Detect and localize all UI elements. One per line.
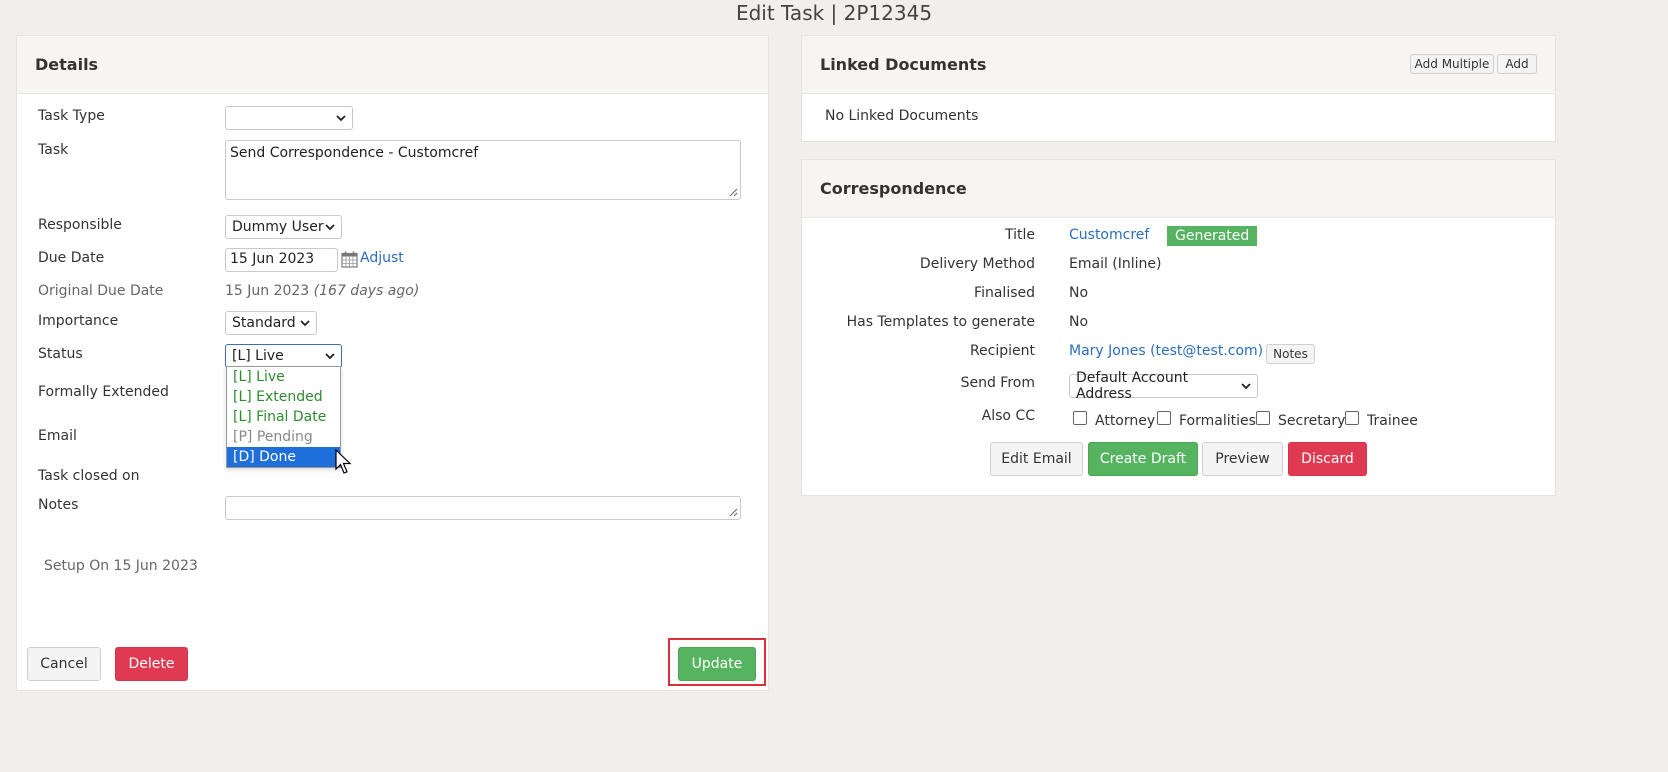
status-option-live[interactable]: [L] Live: [227, 367, 340, 387]
cc-secretary-label: Secretary: [1278, 413, 1346, 429]
chevron-down-icon: [1241, 383, 1251, 390]
recipient-link[interactable]: Mary Jones (test@test.com): [1069, 343, 1263, 359]
responsible-label: Responsible: [38, 217, 122, 233]
cc-formalities-checkbox[interactable]: [1157, 411, 1171, 425]
adjust-link[interactable]: Adjust: [360, 250, 404, 266]
details-panel: Details Task Type Task Send Corresponden…: [16, 35, 769, 691]
details-heading: Details: [35, 55, 99, 74]
status-dropdown-list: [L] Live [L] Extended [L] Final Date [P]…: [226, 366, 341, 468]
also-cc-label: Also CC: [981, 408, 1035, 424]
chevron-down-icon: [325, 224, 335, 231]
due-date-value: 15 Jun 2023: [230, 251, 315, 267]
cc-attorney-label: Attorney: [1095, 413, 1156, 429]
resize-handle-icon[interactable]: [728, 187, 738, 197]
generated-status-badge: Generated: [1167, 226, 1258, 246]
send-from-select[interactable]: Default Account Address: [1069, 370, 1258, 402]
linked-documents-heading: Linked Documents: [820, 55, 987, 74]
recipient-notes-button[interactable]: Notes: [1266, 344, 1315, 364]
delete-button[interactable]: Delete: [115, 647, 188, 681]
due-date-input[interactable]: 15 Jun 2023: [225, 248, 338, 272]
chevron-down-icon: [325, 353, 335, 360]
cc-secretary-checkbox[interactable]: [1256, 411, 1270, 425]
status-option-extended[interactable]: [L] Extended: [227, 387, 340, 407]
corr-title-link[interactable]: Customcref: [1069, 227, 1149, 243]
delivery-method-label: Delivery Method: [919, 256, 1035, 272]
no-linked-documents-text: No Linked Documents: [825, 108, 979, 124]
corr-title-label: Title: [1004, 227, 1035, 243]
details-header: Details: [17, 36, 768, 94]
send-from-value: Default Account Address: [1076, 370, 1189, 402]
add-multiple-button[interactable]: Add Multiple: [1410, 54, 1494, 74]
correspondence-header: Correspondence: [802, 160, 1555, 218]
notes-textarea[interactable]: [225, 496, 741, 520]
correspondence-heading: Correspondence: [820, 179, 967, 198]
importance-value: Standard: [232, 315, 296, 331]
recipient-label: Recipient: [969, 343, 1035, 359]
formally-extended-label: Formally Extended: [38, 384, 169, 400]
responsible-value: Dummy User: [232, 219, 324, 235]
status-label: Status: [38, 346, 83, 362]
cc-trainee-checkbox[interactable]: [1345, 411, 1359, 425]
original-due-date-note: (167 days ago): [313, 283, 420, 299]
original-due-date-label: Original Due Date: [38, 283, 164, 299]
update-button[interactable]: Update: [678, 647, 756, 681]
original-due-date-value: 15 Jun 2023: [225, 283, 310, 299]
preview-button[interactable]: Preview: [1202, 442, 1283, 476]
send-from-label: Send From: [960, 375, 1035, 391]
add-button[interactable]: Add: [1497, 54, 1537, 74]
status-option-done[interactable]: [D] Done: [227, 447, 340, 467]
linked-documents-panel: Linked Documents Add Multiple Add No Lin…: [801, 35, 1556, 142]
task-label: Task: [38, 142, 69, 158]
task-type-select[interactable]: [225, 106, 353, 130]
task-type-label: Task Type: [38, 108, 105, 124]
status-option-final-date[interactable]: [L] Final Date: [227, 407, 340, 427]
notes-label: Notes: [38, 497, 79, 513]
calendar-icon[interactable]: [341, 251, 358, 268]
discard-button[interactable]: Discard: [1288, 442, 1367, 476]
cc-formalities-label: Formalities: [1179, 413, 1256, 429]
importance-label: Importance: [38, 313, 119, 329]
correspondence-panel: Correspondence Title Customcref Generate…: [801, 159, 1556, 496]
resize-handle-icon[interactable]: [728, 507, 738, 517]
chevron-down-icon: [336, 115, 346, 122]
email-label: Email: [38, 428, 77, 444]
finalised-value: No: [1069, 285, 1089, 301]
cancel-button[interactable]: Cancel: [27, 647, 101, 681]
has-templates-value: No: [1069, 314, 1089, 330]
status-option-pending[interactable]: [P] Pending: [227, 427, 340, 447]
due-date-label: Due Date: [38, 250, 105, 266]
original-due-date-text: 15 Jun 2023 (167 days ago): [225, 283, 419, 299]
page-title: Edit Task | 2P12345: [735, 1, 933, 25]
linked-documents-header: Linked Documents Add Multiple Add: [802, 36, 1555, 94]
task-closed-on-label: Task closed on: [38, 468, 140, 484]
status-select[interactable]: [L] Live: [225, 344, 342, 368]
status-value: [L] Live: [232, 348, 284, 364]
edit-email-button[interactable]: Edit Email: [990, 442, 1083, 476]
cc-trainee-label: Trainee: [1367, 413, 1418, 429]
setup-on-text: Setup On 15 Jun 2023: [44, 558, 198, 574]
responsible-select[interactable]: Dummy User: [225, 215, 342, 239]
finalised-label: Finalised: [974, 285, 1035, 301]
cc-attorney-checkbox[interactable]: [1073, 411, 1087, 425]
create-draft-button[interactable]: Create Draft: [1088, 442, 1198, 476]
importance-select[interactable]: Standard: [225, 311, 317, 335]
mouse-cursor-icon: [335, 449, 352, 474]
has-templates-label: Has Templates to generate: [846, 314, 1035, 330]
chevron-down-icon: [300, 320, 310, 327]
delivery-method-value: Email (Inline): [1069, 256, 1162, 272]
task-textarea-value: Send Correspondence - Customcref: [230, 145, 479, 161]
task-textarea[interactable]: Send Correspondence - Customcref: [225, 140, 741, 200]
